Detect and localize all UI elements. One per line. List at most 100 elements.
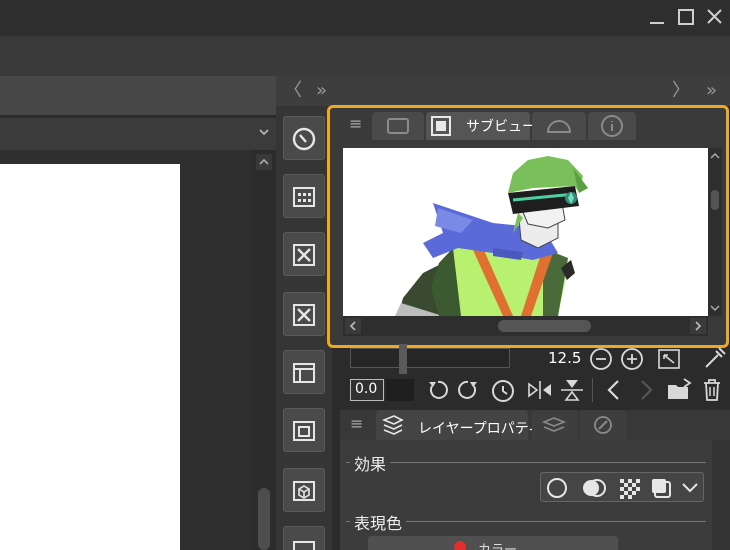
zoom-out-button[interactable] [589,347,613,371]
trash-icon [704,379,720,401]
flip-vertical-button[interactable] [558,377,586,403]
minimize-button[interactable] [647,6,669,28]
rotation-slider[interactable] [386,379,414,401]
fit-window-button[interactable] [656,347,682,371]
subview-icon [431,116,451,136]
cube-box-icon [293,481,315,501]
close-button[interactable] [704,6,726,28]
plus-circle-icon [621,348,643,370]
collapse-left-icon[interactable]: 〈 [284,76,302,106]
overlap-circle-icon [583,479,606,497]
collapse-right-icon[interactable]: 〉 [672,76,690,106]
tab-layer-search[interactable] [532,410,578,440]
zoom-slider-knob[interactable] [399,344,407,374]
expression-color-label: 表現色 [350,510,407,534]
title-bar [0,0,730,36]
character-illustration [395,156,588,316]
close-icon [707,9,722,24]
chevron-down-icon [682,483,698,493]
minus-circle-icon [590,348,612,370]
info-icon [601,115,623,137]
layer-image-icon [293,421,315,441]
reset-rotation-icon [492,380,514,402]
previous-button[interactable] [604,378,624,402]
rotation-value: 0.0 [355,381,378,397]
layer-property-menu-icon[interactable]: ≡ [350,414,363,433]
tab-info[interactable] [588,112,636,140]
subview-image[interactable] [343,148,708,316]
next-button[interactable] [636,378,656,402]
folder-button[interactable] [283,526,325,550]
cube-box-button[interactable] [283,468,325,512]
canvas-combo[interactable] [0,118,276,150]
scroll-up-icon[interactable] [256,154,272,170]
chevron-left-icon [607,380,619,400]
calendar-grid-icon [293,187,315,207]
canvas-tab-strip [0,76,276,116]
circle-icon [547,478,567,498]
tab-palette[interactable] [580,410,626,440]
zoom-target-button[interactable] [283,116,325,160]
square-layer-icon [652,479,671,498]
expand-double-icon[interactable]: » [316,76,327,106]
eyedropper-button[interactable] [702,345,728,371]
monitor-icon [387,118,409,134]
preview-vertical-scrollbar[interactable] [708,148,722,316]
zoom-value: 12.5 [548,349,582,367]
x-frame-icon [293,244,315,266]
expand-double-right-icon[interactable]: » [706,76,717,106]
rotate-left-icon [429,380,448,399]
subview-menu-icon[interactable]: ≡ [349,114,362,133]
color-mode-label: カラー [478,539,517,550]
color-dot-icon [454,541,466,550]
layer-property-scrollbar[interactable] [712,440,730,550]
rotate-left-button[interactable] [426,378,450,402]
flip-vertical-icon [561,380,583,401]
palette-icon [594,416,612,434]
divider [592,378,593,402]
zoom-slider[interactable] [350,348,510,368]
canvas-scroll-thumb[interactable] [258,488,270,550]
maximize-button[interactable] [676,6,698,28]
folder-open-icon [668,378,692,399]
toolbar-header: 〈 » [276,76,332,106]
tab-material[interactable] [532,112,586,140]
delete-button[interactable] [700,377,724,403]
x-frame-icon [293,304,315,326]
eyedropper-icon [705,347,726,368]
minimize-icon [650,22,664,24]
layer-image-button[interactable] [283,408,325,452]
flip-horizontal-icon [528,381,551,399]
effect-label: 効果 [350,451,391,475]
fit-window-icon [658,349,680,369]
canvas-paper[interactable] [0,164,180,550]
subview-tab-label: サブビュー [466,119,536,135]
layer-panel-button[interactable] [283,350,325,394]
calendar-grid-button[interactable] [283,174,325,218]
layer-effect-button[interactable] [650,477,672,499]
effect-dropdown-button[interactable] [680,479,700,497]
tone-effect-button[interactable] [582,477,606,499]
checker-effect-button[interactable] [618,477,640,499]
rotate-right-button[interactable] [456,378,480,402]
reset-rotation-button[interactable] [490,377,516,403]
zoom-in-button[interactable] [620,347,644,371]
zoom-target-icon [292,127,316,151]
effect-rule [346,462,706,463]
chevron-down-icon[interactable] [256,124,272,140]
layer-stack-icon [381,415,404,435]
open-file-button[interactable] [666,377,694,403]
flip-horizontal-button[interactable] [526,378,554,402]
dome-icon [546,120,572,133]
border-effect-button[interactable] [546,477,568,499]
x-frame-button-1[interactable] [283,232,325,276]
maximize-icon [678,9,694,25]
layer-search-icon [541,417,567,432]
rotate-right-icon [458,380,477,399]
preview-scroll-thumb[interactable] [498,320,591,332]
layer-panel-icon [293,363,315,383]
menu-bar [0,36,730,76]
tab-navigator[interactable] [372,112,424,140]
x-frame-button-2[interactable] [283,292,325,336]
right-panel-header: 〉 » [332,76,730,106]
